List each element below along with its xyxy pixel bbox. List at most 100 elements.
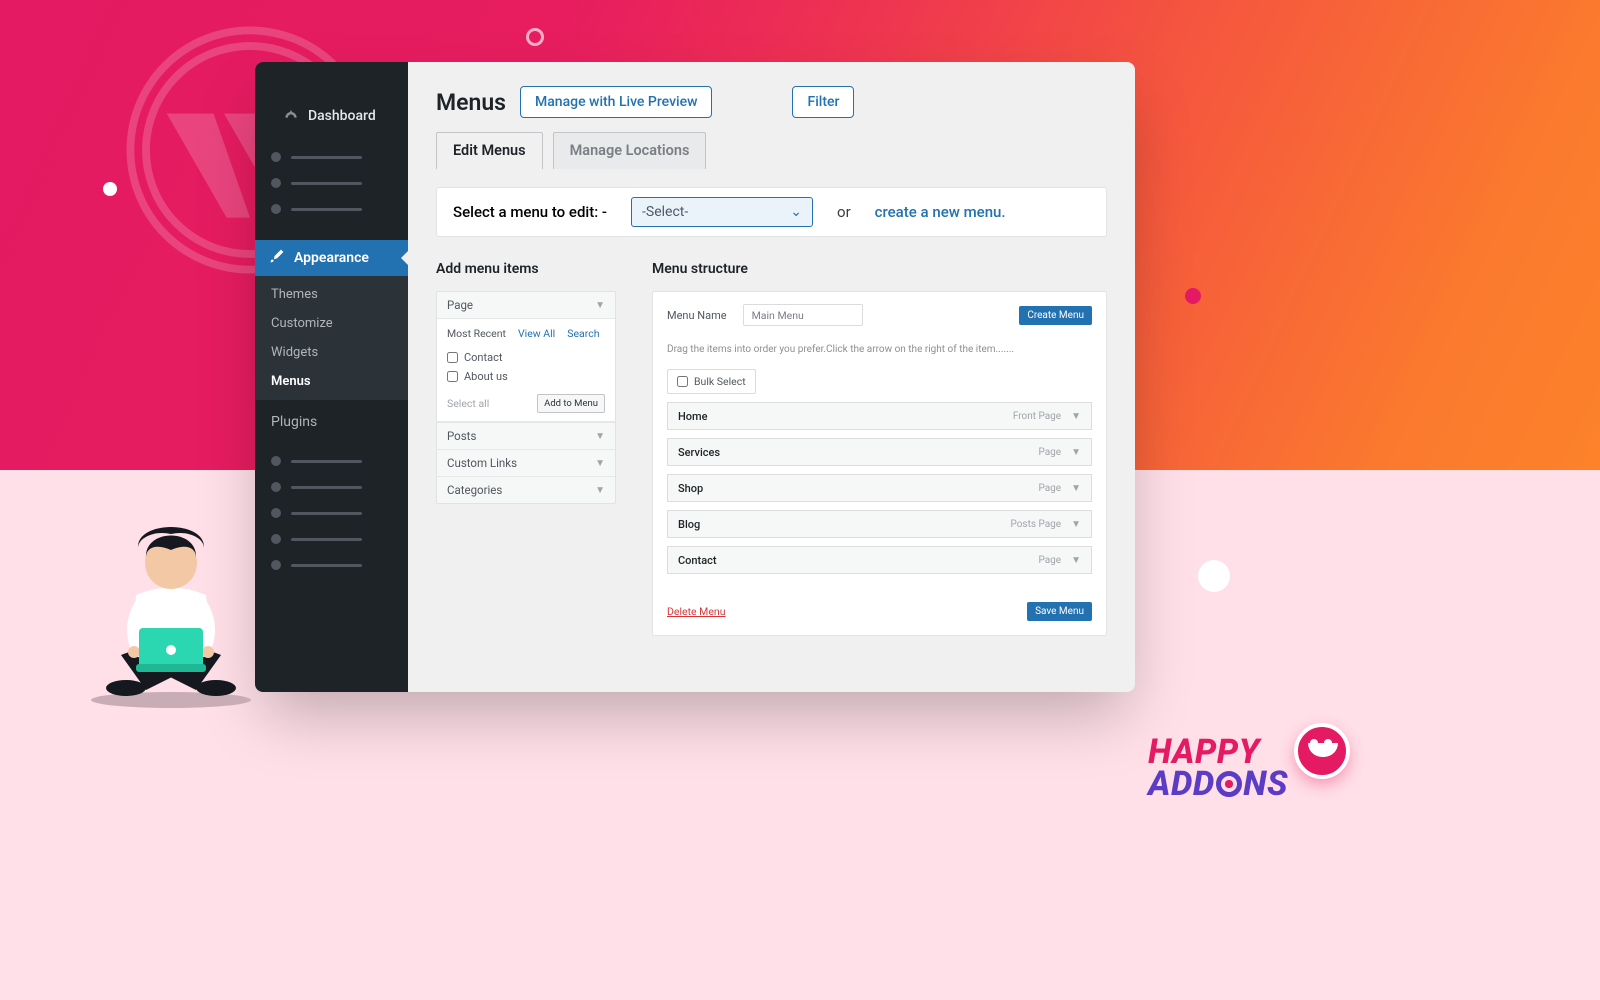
page-item-about[interactable]: About us (437, 367, 615, 386)
menu-select-bar: Select a menu to edit: - -Select- ⌄ or c… (436, 187, 1107, 237)
group-categories[interactable]: Categories ▼ (437, 476, 615, 503)
sidebar-item-menus[interactable]: Menus (255, 367, 408, 396)
letter-o-icon (1216, 771, 1243, 798)
save-menu-button[interactable]: Save Menu (1027, 602, 1092, 621)
menu-item-type: Posts Page (1010, 519, 1061, 530)
group-custom-links[interactable]: Custom Links ▼ (437, 449, 615, 476)
filter-button[interactable]: Filter (792, 86, 854, 118)
select-all-link[interactable]: Select all (447, 397, 489, 410)
sidebar-item-customize[interactable]: Customize (255, 309, 408, 338)
sidebar-item-themes[interactable]: Themes (255, 280, 408, 309)
bulk-checkbox[interactable] (677, 376, 688, 387)
add-to-menu-button[interactable]: Add to Menu (537, 394, 605, 413)
chevron-down-icon: ▼ (595, 300, 605, 311)
admin-sidebar: Dashboard Appearance Themes Customize Wi… (255, 62, 408, 692)
main-content: Menus Manage with Live Preview Filter Ed… (408, 62, 1135, 692)
menu-item-label: Blog (678, 518, 700, 531)
menu-select[interactable]: -Select- ⌄ (631, 197, 813, 227)
add-items-column: Add menu items Page ▼ Most Recent View A… (436, 261, 616, 636)
group-label: Posts (447, 429, 476, 443)
dashboard-icon (283, 108, 299, 124)
menu-select-value: -Select- (642, 204, 688, 220)
sidebar-item-appearance[interactable]: Appearance (255, 240, 408, 276)
menu-name-label: Menu Name (667, 309, 727, 322)
chevron-down-icon: ▼ (595, 458, 605, 469)
sidebar-placeholder (255, 196, 408, 222)
group-page-body: Most Recent View All Search Contact Abou… (437, 318, 615, 422)
menu-item-type: Page (1038, 447, 1061, 458)
chevron-down-icon[interactable]: ▼ (1071, 555, 1081, 566)
chevron-down-icon[interactable]: ▼ (1071, 483, 1081, 494)
group-label: Categories (447, 483, 502, 497)
menu-item[interactable]: Home Front Page▼ (667, 402, 1092, 430)
group-posts[interactable]: Posts ▼ (437, 422, 615, 449)
chevron-down-icon: ▼ (595, 485, 605, 496)
sidebar-placeholder (255, 170, 408, 196)
chevron-down-icon[interactable]: ▼ (1071, 411, 1081, 422)
tab-view-all[interactable]: View All (518, 327, 555, 340)
sidebar-item-plugins[interactable]: Plugins (255, 406, 408, 438)
sidebar-placeholder (255, 526, 408, 552)
menu-item[interactable]: Services Page ▼ (667, 438, 1092, 466)
sidebar-placeholder (255, 474, 408, 500)
decoration-dot (103, 182, 117, 196)
create-menu-link[interactable]: create a new menu. (875, 203, 1006, 221)
tab-edit-menus[interactable]: Edit Menus (436, 132, 543, 169)
menu-item-type: Page (1038, 555, 1061, 566)
menu-tabs: Edit Menus Manage Locations (436, 132, 1107, 169)
menu-item[interactable]: Shop Page ▼ (667, 474, 1092, 502)
menu-item[interactable]: Blog Posts Page ▼ (667, 510, 1092, 538)
drag-hint: Drag the items into order you prefer.Cli… (667, 344, 1092, 355)
menu-item-label: Contact (678, 554, 717, 567)
bulk-label: Bulk Select (694, 375, 746, 388)
tab-most-recent[interactable]: Most Recent (447, 327, 506, 340)
live-preview-button[interactable]: Manage with Live Preview (520, 86, 712, 118)
delete-menu-link[interactable]: Delete Menu (667, 605, 726, 618)
menu-structure-title: Menu structure (652, 261, 1107, 277)
chevron-down-icon[interactable]: ▼ (1071, 519, 1081, 530)
brush-icon (269, 248, 285, 268)
happyaddons-logo: HAPPY ADDNS (1148, 737, 1350, 800)
sidebar-item-widgets[interactable]: Widgets (255, 338, 408, 367)
group-page-label: Page (447, 298, 473, 312)
decoration-ring (526, 28, 544, 46)
group-page[interactable]: Page ▼ (437, 292, 615, 318)
chevron-down-icon: ▼ (595, 431, 605, 442)
select-label: Select a menu to edit: - (453, 203, 607, 221)
brand-line2: ADDNS (1148, 769, 1288, 800)
checkbox[interactable] (447, 371, 458, 382)
person-illustration (76, 500, 266, 710)
menu-item-type: Page (1038, 483, 1061, 494)
or-text: or (837, 203, 851, 221)
menu-name-input[interactable] (743, 304, 863, 326)
dashboard-label: Dashboard (308, 108, 376, 124)
bulk-select[interactable]: Bulk Select (667, 369, 756, 394)
sidebar-placeholder (255, 448, 408, 474)
sidebar-placeholder (255, 552, 408, 578)
chevron-down-icon: ⌄ (790, 204, 802, 220)
tab-manage-locations[interactable]: Manage Locations (553, 132, 707, 169)
add-items-title: Add menu items (436, 261, 616, 277)
page-header: Menus Manage with Live Preview Filter (436, 86, 1107, 118)
menu-structure-column: Menu structure Menu Name Create Menu Dra… (652, 261, 1107, 636)
chevron-down-icon[interactable]: ▼ (1071, 447, 1081, 458)
menu-item[interactable]: Contact Page ▼ (667, 546, 1092, 574)
plugins-label: Plugins (271, 414, 317, 430)
page-title: Menus (436, 89, 506, 116)
smiley-icon (1294, 723, 1350, 779)
page-item-contact[interactable]: Contact (437, 348, 615, 367)
menu-item-label: Services (678, 446, 720, 459)
create-menu-button[interactable]: Create Menu (1019, 306, 1092, 325)
sidebar-item-dashboard[interactable]: Dashboard (255, 84, 408, 144)
decoration-dot (1198, 560, 1230, 592)
appearance-submenu: Themes Customize Widgets Menus (255, 276, 408, 400)
sidebar-placeholder (255, 500, 408, 526)
group-label: Custom Links (447, 456, 517, 470)
menu-item-label: Shop (678, 482, 703, 495)
menu-editor: Menu Name Create Menu Drag the items int… (652, 291, 1107, 636)
sidebar-placeholder (255, 144, 408, 170)
appearance-label: Appearance (294, 250, 369, 266)
tab-search[interactable]: Search (567, 327, 599, 340)
checkbox[interactable] (447, 352, 458, 363)
admin-window: Dashboard Appearance Themes Customize Wi… (255, 62, 1135, 692)
